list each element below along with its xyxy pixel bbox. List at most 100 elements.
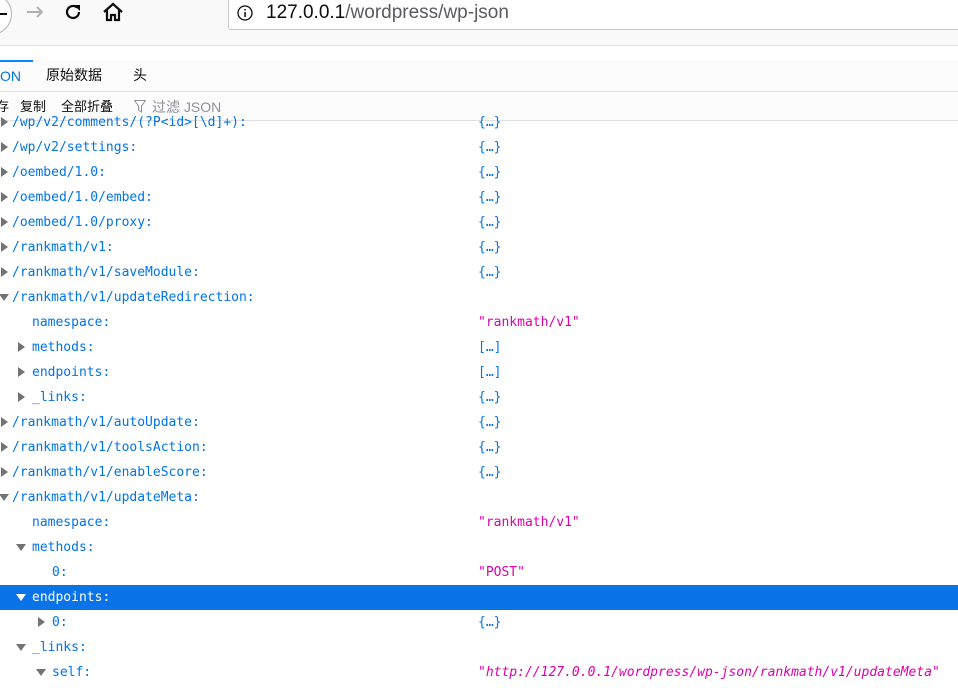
expand-arrow-down-icon[interactable] — [0, 294, 9, 301]
tree-row[interactable]: methods: — [0, 535, 958, 560]
tree-row[interactable]: /oembed/1.0/proxy: {…} — [0, 210, 958, 235]
tree-value: {…} — [478, 190, 502, 205]
tree-row[interactable]: _links: — [0, 635, 958, 660]
tree-value: {…} — [478, 615, 502, 630]
tree-row[interactable]: /rankmath/v1: {…} — [0, 235, 958, 260]
tree-row[interactable]: 0: {…} — [0, 610, 958, 635]
json-viewer-tabs: ON 原始数据 头 — [0, 60, 958, 92]
tree-row[interactable]: /rankmath/v1/autoUpdate: {…} — [0, 410, 958, 435]
tree-value: {…} — [478, 415, 502, 430]
info-icon[interactable] — [237, 5, 253, 21]
expand-arrow-right-icon[interactable] — [1, 217, 8, 227]
reload-button[interactable] — [60, 0, 86, 24]
browser-toolbar: 127.0.0.1/wordpress/wp-json — [0, 0, 958, 46]
tree-key: /rankmath/v1/updateMeta: — [12, 490, 200, 505]
back-arrow-icon — [0, 13, 7, 15]
tree-key: /rankmath/v1: — [12, 240, 114, 255]
tree-value: {…} — [478, 390, 502, 405]
tree-value: {…} — [478, 215, 502, 230]
home-button[interactable] — [100, 0, 126, 24]
expand-arrow-down-icon[interactable] — [16, 644, 26, 651]
tree-row[interactable]: 0: "POST" — [0, 560, 958, 585]
tab-raw-data-label: 原始数据 — [46, 67, 102, 83]
tree-key: methods: — [32, 540, 95, 555]
tree-row[interactable]: /wp/v2/comments/(?P<id>[\d]+): {…} — [0, 110, 958, 135]
tree-value: {…} — [478, 140, 502, 155]
forward-arrow-icon — [27, 6, 44, 18]
tree-key: self: — [52, 665, 92, 680]
expand-arrow-right-icon[interactable] — [38, 617, 45, 627]
json-tree: /wp/v2/comments/(?P<id>[\d]+): {…}/wp/v2/… — [0, 110, 958, 688]
tree-row[interactable]: endpoints: — [0, 585, 958, 610]
expand-arrow-right-icon[interactable] — [1, 142, 8, 152]
url-text: 127.0.0.1/wordpress/wp-json — [266, 2, 509, 24]
tree-row[interactable]: /oembed/1.0: {…} — [0, 160, 958, 185]
tree-key: /wp/v2/settings: — [12, 140, 138, 155]
tab-json-label: ON — [0, 68, 21, 84]
tree-value: "POST" — [478, 565, 525, 580]
tree-row[interactable]: namespace: "rankmath/v1" — [0, 310, 958, 335]
tree-value: […] — [478, 340, 502, 355]
tree-key: methods: — [32, 340, 95, 355]
tree-key: endpoints: — [32, 590, 111, 605]
tree-key: endpoints: — [32, 365, 111, 380]
tree-key: namespace: — [32, 315, 111, 330]
tree-row[interactable]: self: "http://127.0.0.1/wordpress/wp-json… — [0, 660, 958, 685]
tree-row[interactable]: /oembed/1.0/embed: {…} — [0, 185, 958, 210]
expand-arrow-right-icon[interactable] — [18, 342, 25, 352]
tree-key: /wp/v2/comments/(?P<id>[\d]+): — [12, 115, 247, 130]
expand-arrow-right-icon[interactable] — [1, 442, 8, 452]
expand-arrow-right-icon[interactable] — [1, 167, 8, 177]
tree-value: "rankmath/v1" — [478, 515, 580, 530]
expand-arrow-right-icon[interactable] — [1, 117, 8, 127]
tree-row[interactable]: endpoints: […] — [0, 360, 958, 385]
tree-key: /rankmath/v1/enableScore: — [12, 465, 208, 480]
tree-key: /oembed/1.0/proxy: — [12, 215, 153, 230]
tab-headers[interactable]: 头 — [133, 60, 147, 91]
expand-arrow-down-icon[interactable] — [36, 669, 46, 676]
tree-row[interactable]: /rankmath/v1/updateMeta: — [0, 485, 958, 510]
tree-value: {…} — [478, 440, 502, 455]
tree-key: /rankmath/v1/autoUpdate: — [12, 415, 200, 430]
tree-key: /rankmath/v1/toolsAction: — [12, 440, 208, 455]
tree-value: […] — [478, 365, 502, 380]
expand-arrow-right-icon[interactable] — [1, 192, 8, 202]
tab-headers-label: 头 — [133, 67, 147, 83]
forward-button[interactable] — [22, 0, 48, 24]
tree-value: {…} — [478, 240, 502, 255]
expand-arrow-right-icon[interactable] — [1, 267, 8, 277]
expand-arrow-right-icon[interactable] — [1, 467, 8, 477]
tree-value: {…} — [478, 165, 502, 180]
tree-row[interactable]: /wp/v2/settings: {…} — [0, 135, 958, 160]
back-button[interactable] — [0, 0, 12, 35]
tree-value: {…} — [478, 265, 502, 280]
url-bar[interactable]: 127.0.0.1/wordpress/wp-json — [228, 0, 958, 30]
tree-key: /rankmath/v1/saveModule: — [12, 265, 200, 280]
tree-key: _links: — [32, 640, 87, 655]
expand-arrow-down-icon[interactable] — [16, 594, 26, 601]
url-host: 127.0.0.1 — [266, 2, 346, 23]
expand-arrow-right-icon[interactable] — [1, 242, 8, 252]
tree-value: "rankmath/v1" — [478, 315, 580, 330]
tree-key: /oembed/1.0: — [12, 165, 106, 180]
expand-arrow-right-icon[interactable] — [18, 392, 25, 402]
expand-arrow-down-icon[interactable] — [16, 544, 26, 551]
expand-arrow-down-icon[interactable] — [0, 494, 9, 501]
tree-value: {…} — [478, 115, 502, 130]
expand-arrow-right-icon[interactable] — [1, 417, 8, 427]
tree-row[interactable]: methods: […] — [0, 335, 958, 360]
tree-row[interactable]: namespace: "rankmath/v1" — [0, 510, 958, 535]
expand-arrow-right-icon[interactable] — [18, 367, 25, 377]
tree-row[interactable]: /rankmath/v1/enableScore: {…} — [0, 460, 958, 485]
tree-value[interactable]: "http://127.0.0.1/wordpress/wp-json/rank… — [478, 660, 940, 685]
tree-key: _links: — [32, 390, 87, 405]
tree-key: namespace: — [32, 515, 111, 530]
tab-json[interactable]: ON — [0, 60, 33, 93]
tree-key: 0: — [52, 615, 68, 630]
url-path: /wordpress/wp-json — [345, 2, 509, 23]
tree-row[interactable]: /rankmath/v1/toolsAction: {…} — [0, 435, 958, 460]
tree-row[interactable]: _links: {…} — [0, 385, 958, 410]
tree-row[interactable]: /rankmath/v1/updateRedirection: — [0, 285, 958, 310]
tab-raw-data[interactable]: 原始数据 — [46, 60, 102, 91]
tree-row[interactable]: /rankmath/v1/saveModule: {…} — [0, 260, 958, 285]
